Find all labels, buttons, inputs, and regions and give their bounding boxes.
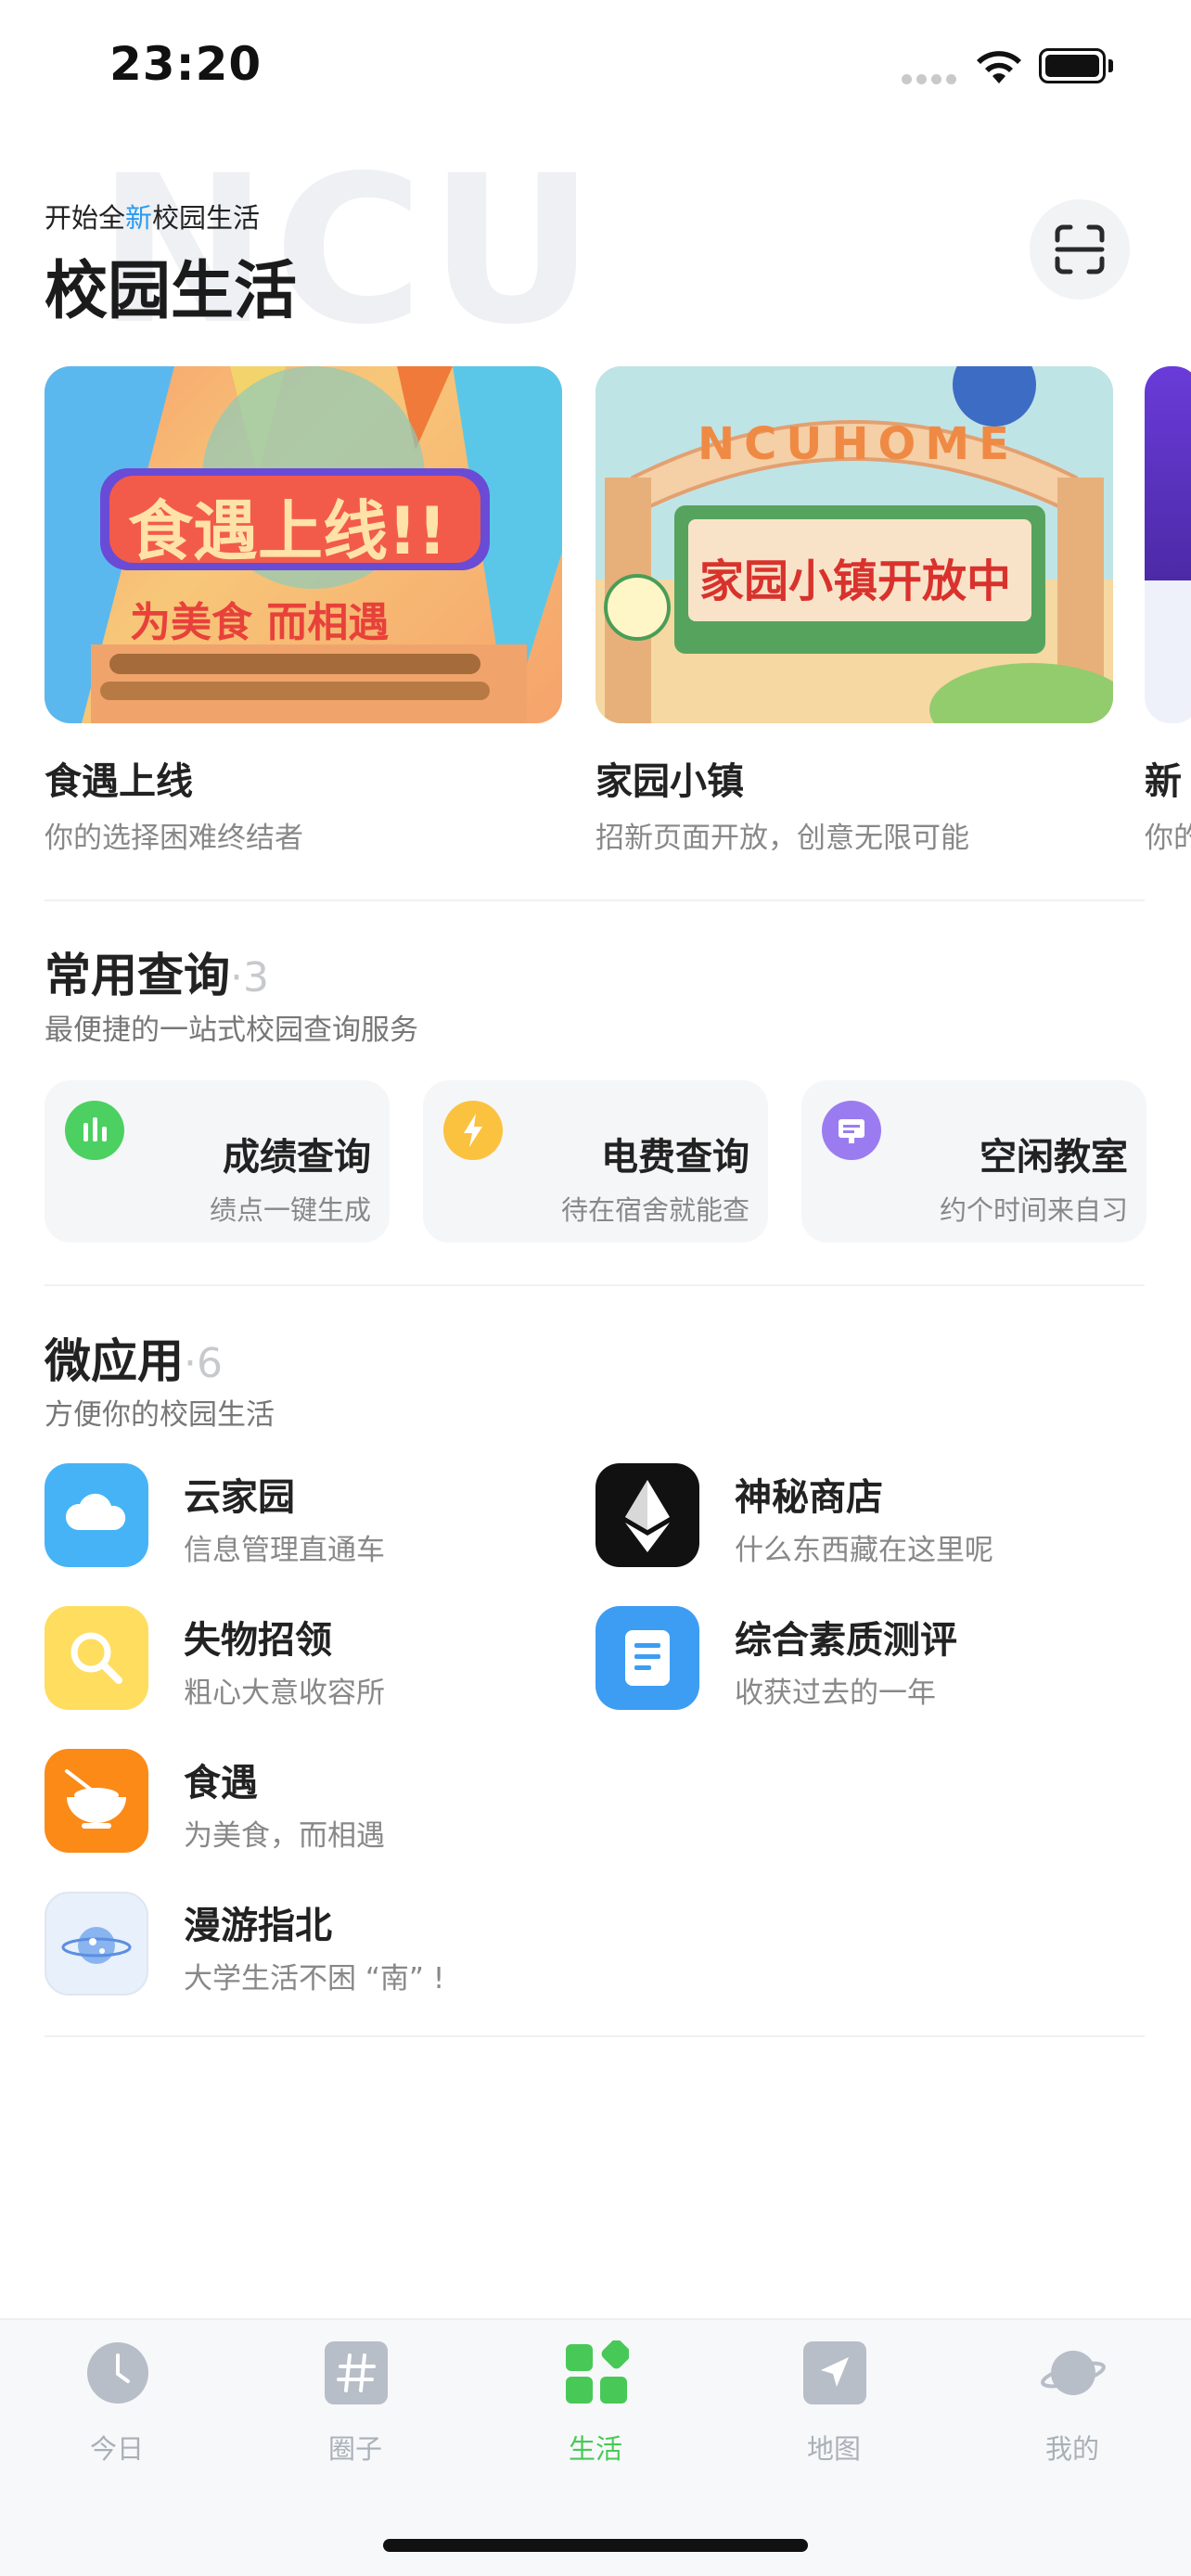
app-food-encounter[interactable]: 食遇 为美食，而相遇 — [45, 1749, 564, 1860]
tab-bar: 今日 圈子 生活 地图 我的 — [0, 2318, 1191, 2576]
bar-chart-icon — [65, 1101, 124, 1160]
grade-query-card[interactable]: 成绩查询 绩点一键生成 — [45, 1080, 390, 1243]
planet-icon — [45, 1892, 148, 1996]
tab-map[interactable]: 地图 — [760, 2340, 908, 2480]
cloud-icon — [45, 1463, 148, 1567]
app-subtitle: 什么东西藏在这里呢 — [735, 1534, 993, 1567]
hash-icon — [325, 2341, 388, 2404]
wifi-icon — [977, 51, 1021, 83]
section-divider — [45, 1284, 1145, 1286]
planet-icon — [1041, 2351, 1106, 2395]
document-icon — [596, 1606, 699, 1710]
banner-food-encounter-art-title: 食遇上线!! — [128, 493, 447, 569]
scan-icon — [1055, 224, 1105, 274]
banner-food-encounter-art-subtitle: 为美食 而相遇 — [130, 599, 390, 646]
banner-title: 家园小镇 — [596, 760, 744, 803]
queries-section-title: 常用查询·3 — [45, 949, 269, 1002]
page-title: 校园生活 — [45, 255, 298, 328]
banner-subtitle: 招新页面开放，创意无限可能 — [596, 822, 969, 855]
app-name: 神秘商店 — [735, 1476, 883, 1519]
header-subtitle: 开始全新校园生活 — [45, 202, 261, 234]
clock-icon — [87, 2342, 148, 2404]
app-name: 云家园 — [184, 1476, 295, 1519]
section-divider — [45, 2035, 1145, 2037]
tab-mine[interactable]: 我的 — [998, 2340, 1146, 2480]
lightning-icon — [443, 1101, 503, 1160]
tab-label: 圈子 — [327, 2433, 382, 2465]
app-subtitle: 收获过去的一年 — [735, 1677, 936, 1710]
app-roaming-guide[interactable]: 漫游指北 大学生活不困 “南” ! — [45, 1892, 564, 2003]
navigation-icon — [803, 2341, 866, 2404]
app-name: 漫游指北 — [184, 1905, 332, 1947]
app-subtitle: 为美食，而相遇 — [184, 1819, 385, 1853]
banner-food-encounter[interactable]: 食遇上线!! 为美食 而相遇 — [45, 366, 562, 723]
tab-life[interactable]: 生活 — [521, 2340, 670, 2480]
tab-circle[interactable]: 圈子 — [281, 2340, 429, 2480]
query-title: 成绩查询 — [223, 1136, 371, 1179]
tab-today[interactable]: 今日 — [43, 2340, 191, 2480]
query-subtitle: 待在宿舍就能查 — [560, 1194, 749, 1226]
tab-label: 今日 — [89, 2433, 144, 2465]
cellular-signal-icon — [902, 74, 957, 84]
free-classroom-card[interactable]: 空闲教室 约个时间来自习 — [801, 1080, 1146, 1243]
banner-partial[interactable] — [1145, 366, 1191, 723]
app-subtitle: 信息管理直通车 — [184, 1534, 385, 1567]
banner-home-town-art-title: NCUHOME — [698, 418, 1018, 470]
app-mystery-shop[interactable]: 神秘商店 什么东西藏在这里呢 — [596, 1463, 1115, 1575]
banner-title: 新 — [1145, 760, 1182, 803]
app-name: 食遇 — [184, 1762, 258, 1804]
query-subtitle: 约个时间来自习 — [939, 1194, 1128, 1226]
home-indicator[interactable] — [383, 2539, 808, 2552]
electricity-query-card[interactable]: 电费查询 待在宿舍就能查 — [423, 1080, 768, 1243]
tab-label: 生活 — [568, 2433, 622, 2465]
app-name: 失物招领 — [184, 1619, 332, 1662]
app-quality-assessment[interactable]: 综合素质测评 收获过去的一年 — [596, 1606, 1115, 1717]
micro-apps-section-title: 微应用·6 — [45, 1334, 223, 1388]
search-icon — [45, 1606, 148, 1710]
status-time: 23:20 — [109, 37, 263, 91]
banner-home-town[interactable]: NCUHOME 家园小镇开放中 — [596, 366, 1113, 723]
app-cloud-home[interactable]: 云家园 信息管理直通车 — [45, 1463, 564, 1575]
query-title: 电费查询 — [601, 1136, 749, 1179]
classroom-icon — [822, 1101, 881, 1160]
app-subtitle: 粗心大意收容所 — [184, 1677, 385, 1710]
section-divider — [45, 899, 1145, 901]
app-lost-and-found[interactable]: 失物招领 粗心大意收容所 — [45, 1606, 564, 1717]
tab-label: 地图 — [806, 2433, 861, 2465]
app-name: 综合素质测评 — [735, 1619, 957, 1662]
banner-title: 食遇上线 — [45, 760, 193, 803]
app-subtitle: 大学生活不困 “南” ! — [184, 1962, 445, 1996]
bowl-icon — [45, 1749, 148, 1853]
tab-label: 我的 — [1044, 2433, 1099, 2465]
queries-section-subtitle: 最便捷的一站式校园查询服务 — [45, 1014, 418, 1047]
micro-apps-section-subtitle: 方便你的校园生活 — [45, 1398, 275, 1432]
banner-subtitle: 你的 — [1145, 822, 1191, 855]
scan-button[interactable] — [1030, 199, 1130, 300]
banner-home-town-art-subtitle: 家园小镇开放中 — [699, 555, 1012, 607]
status-bar: 23:20 — [0, 0, 1191, 130]
ethereum-icon — [596, 1463, 699, 1567]
grid-icon — [566, 2340, 629, 2404]
banner-subtitle: 你的选择困难终结者 — [45, 822, 303, 855]
query-subtitle: 绩点一键生成 — [209, 1194, 371, 1226]
query-title: 空闲教室 — [980, 1136, 1128, 1179]
